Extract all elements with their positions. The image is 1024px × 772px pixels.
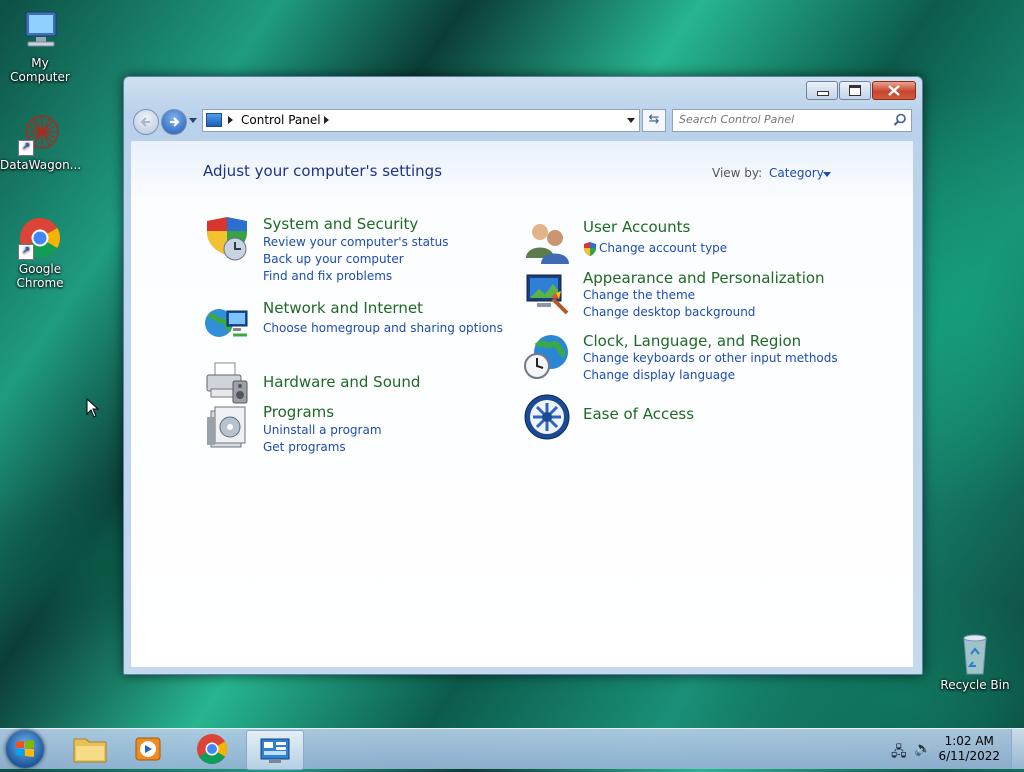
clock-globe-icon[interactable] bbox=[523, 332, 571, 380]
back-up-link[interactable]: Back up your computer bbox=[263, 252, 404, 266]
users-icon[interactable] bbox=[523, 218, 571, 266]
desktop-icon-datawagon[interactable]: ↗ DataWagon... bbox=[0, 112, 82, 172]
change-keyboards-link[interactable]: Change keyboards or other input methods bbox=[583, 351, 838, 365]
control-panel-content: Adjust your computer's settings View by:… bbox=[131, 141, 913, 667]
back-button[interactable] bbox=[133, 109, 159, 135]
category-title[interactable]: Appearance and Personalization bbox=[583, 269, 825, 287]
shortcut-arrow-icon: ↗ bbox=[18, 244, 34, 260]
category-system-and-security: System and Security Review your computer… bbox=[203, 215, 493, 285]
caption-buttons bbox=[805, 81, 916, 100]
uac-shield-icon bbox=[584, 242, 596, 256]
address-dropdown-icon[interactable] bbox=[627, 118, 635, 123]
category-title[interactable]: Network and Internet bbox=[263, 299, 423, 317]
shield-icon[interactable] bbox=[203, 215, 251, 263]
close-icon bbox=[888, 85, 900, 96]
change-desktop-background-link[interactable]: Change desktop background bbox=[583, 305, 755, 319]
desktop-icon-recycle-bin[interactable]: Recycle Bin bbox=[935, 632, 1015, 692]
maximize-icon bbox=[849, 85, 861, 96]
taskbar-chrome-button[interactable] bbox=[184, 730, 240, 768]
back-arrow-icon bbox=[140, 117, 150, 127]
change-account-type-link[interactable]: Change account type bbox=[599, 241, 727, 255]
category-clock-language-and-region: Clock, Language, and Region Change keybo… bbox=[523, 332, 843, 392]
category-network-and-internet: Network and Internet Choose homegroup an… bbox=[203, 299, 503, 349]
clock-time: 1:02 AM bbox=[944, 734, 994, 748]
ease-of-access-icon[interactable] bbox=[523, 393, 571, 441]
desktop-icon-label: Google bbox=[18, 262, 62, 276]
category-user-accounts: User Accounts Change account type bbox=[523, 218, 823, 266]
category-title[interactable]: Hardware and Sound bbox=[263, 373, 420, 391]
forward-arrow-icon bbox=[170, 117, 180, 127]
datawagon-icon: ↗ bbox=[16, 112, 64, 156]
category-appearance-and-personalization: Appearance and Personalization Change th… bbox=[523, 269, 843, 329]
appearance-icon[interactable] bbox=[523, 269, 571, 317]
taskbar-media-player-button[interactable] bbox=[120, 730, 176, 768]
programs-icon[interactable] bbox=[203, 403, 251, 451]
chrome-icon bbox=[197, 734, 228, 765]
change-theme-link[interactable]: Change the theme bbox=[583, 288, 695, 302]
breadcrumb-arrow-icon[interactable] bbox=[324, 116, 329, 124]
view-by-dropdown[interactable]: Category bbox=[769, 166, 824, 180]
change-display-language-link[interactable]: Change display language bbox=[583, 368, 735, 382]
desktop-icon-label: Recycle Bin bbox=[940, 678, 1010, 692]
control-panel-icon bbox=[260, 738, 290, 763]
desktop-icon-label: My Computer bbox=[10, 56, 70, 84]
refresh-icon: ⇆ bbox=[648, 112, 660, 127]
breadcrumb-arrow-icon[interactable] bbox=[228, 116, 233, 124]
homegroup-sharing-link[interactable]: Choose homegroup and sharing options bbox=[263, 321, 503, 335]
taskbar-explorer-button[interactable] bbox=[62, 730, 118, 768]
recent-pages-dropdown-icon[interactable] bbox=[189, 118, 197, 123]
get-programs-link[interactable]: Get programs bbox=[263, 440, 346, 454]
close-button[interactable] bbox=[872, 81, 916, 100]
computer-icon bbox=[16, 10, 64, 54]
control-panel-window[interactable]: Control Panel ⇆ Adjust your computer's s… bbox=[123, 76, 923, 675]
minimize-button[interactable] bbox=[806, 81, 838, 100]
mouse-cursor-icon bbox=[86, 398, 100, 418]
breadcrumb-control-panel[interactable]: Control Panel bbox=[241, 113, 321, 127]
forward-button[interactable] bbox=[161, 109, 187, 135]
view-by-dropdown-icon[interactable] bbox=[823, 172, 831, 177]
windows-logo-icon bbox=[16, 740, 34, 757]
chrome-icon: ↗ bbox=[16, 216, 64, 260]
media-player-icon bbox=[135, 737, 161, 761]
find-fix-problems-link[interactable]: Find and fix problems bbox=[263, 269, 392, 283]
volume-tray-icon[interactable]: 🔊 bbox=[914, 741, 931, 757]
review-status-link[interactable]: Review your computer's status bbox=[263, 235, 449, 249]
taskbar: 🖧 🔊 1:02 AM 6/11/2022 bbox=[0, 728, 1024, 770]
show-desktop-button[interactable] bbox=[1011, 729, 1024, 769]
clock[interactable]: 1:02 AM 6/11/2022 bbox=[938, 734, 1000, 764]
search-box[interactable] bbox=[672, 109, 912, 132]
control-panel-small-icon bbox=[206, 113, 222, 127]
category-programs: Programs Uninstall a program Get program… bbox=[203, 403, 503, 471]
page-title: Adjust your computer's settings bbox=[203, 162, 443, 180]
maximize-button[interactable] bbox=[839, 81, 871, 100]
desktop-icon-my-computer[interactable]: My Computer bbox=[0, 10, 80, 84]
refresh-button[interactable]: ⇆ bbox=[642, 109, 666, 132]
printer-icon[interactable] bbox=[203, 359, 251, 407]
desktop-icon-label: Chrome bbox=[16, 276, 64, 290]
recycle-bin-icon bbox=[951, 632, 999, 676]
category-title[interactable]: Ease of Access bbox=[583, 405, 694, 423]
network-icon[interactable] bbox=[203, 299, 251, 347]
category-ease-of-access: Ease of Access bbox=[523, 393, 843, 443]
category-hardware-and-sound: Hardware and Sound bbox=[203, 359, 503, 409]
search-icon[interactable] bbox=[893, 113, 907, 127]
network-tray-icon[interactable]: 🖧 bbox=[891, 741, 907, 765]
category-title[interactable]: Programs bbox=[263, 403, 334, 421]
category-title[interactable]: System and Security bbox=[263, 215, 418, 233]
uninstall-program-link[interactable]: Uninstall a program bbox=[263, 423, 382, 437]
minimize-icon bbox=[817, 91, 829, 96]
search-input[interactable] bbox=[673, 110, 884, 129]
view-by-label: View by: bbox=[712, 166, 763, 180]
taskbar-control-panel-button[interactable] bbox=[246, 730, 304, 770]
shortcut-arrow-icon: ↗ bbox=[18, 140, 34, 156]
clock-date: 6/11/2022 bbox=[938, 749, 1000, 763]
start-button[interactable] bbox=[6, 730, 44, 768]
folder-icon bbox=[73, 738, 107, 763]
navigation-bar: Control Panel ⇆ bbox=[132, 108, 914, 135]
desktop-icon-google-chrome[interactable]: ↗ Google Chrome bbox=[0, 216, 80, 290]
category-title[interactable]: User Accounts bbox=[583, 218, 690, 236]
desktop-icon-label: DataWagon... bbox=[0, 158, 82, 172]
category-title[interactable]: Clock, Language, and Region bbox=[583, 332, 801, 350]
address-bar[interactable]: Control Panel bbox=[202, 109, 640, 132]
